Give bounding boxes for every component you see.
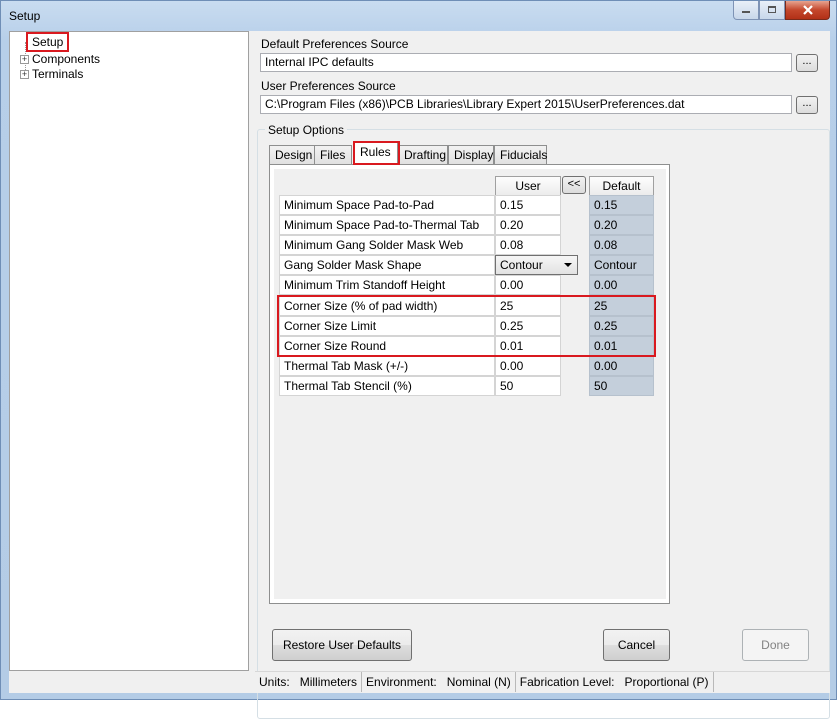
rule-user-input[interactable]: 0.15 [495, 195, 561, 215]
status-env-label: Environment: [366, 675, 437, 689]
rule-default-value: 0.15 [589, 195, 654, 215]
tab-design[interactable]: Design [269, 145, 315, 165]
rule-name: Corner Size Limit [279, 316, 495, 336]
expand-plus-icon[interactable]: + [20, 69, 29, 79]
minimize-icon [742, 11, 750, 13]
tree-item-components[interactable]: + Components [20, 51, 100, 67]
status-env-value: Nominal (N) [446, 675, 511, 689]
rule-name: Minimum Gang Solder Mask Web [279, 235, 495, 255]
tab-label: Fiducials [500, 148, 548, 162]
setup-tree[interactable]: Setup + Components + Terminals [9, 31, 249, 671]
tab-label: Drafting [404, 148, 447, 162]
default-prefs-label: Default Preferences Source [261, 37, 409, 51]
copy-defaults-button[interactable]: << [562, 176, 586, 194]
tree-item-terminals[interactable]: + Terminals [20, 66, 83, 82]
rule-user-input[interactable]: 25 [495, 296, 561, 316]
tab-label: Rules [360, 145, 391, 159]
rule-name: Gang Solder Mask Shape [279, 255, 495, 275]
rule-default-value: 0.20 [589, 215, 654, 235]
tree-item-setup[interactable]: Setup [26, 32, 70, 52]
rule-user-input[interactable]: 0.08 [495, 235, 561, 255]
rule-name: Thermal Tab Mask (+/-) [279, 356, 495, 376]
title-bar[interactable]: Setup [1, 1, 836, 31]
rule-user-input[interactable]: 0.00 [495, 356, 561, 376]
user-prefs-browse-button[interactable]: ... [796, 96, 818, 114]
rule-default-value: 0.00 [589, 275, 654, 295]
rule-name: Thermal Tab Stencil (%) [279, 376, 495, 396]
rule-name: Corner Size Round [279, 336, 495, 356]
tab-label: Design [275, 148, 313, 162]
rule-user-input[interactable]: 0.00 [495, 275, 561, 295]
rule-user-input[interactable]: 0.01 [495, 336, 561, 356]
user-column-header: User [495, 176, 561, 196]
status-units: Units: Millimeters [255, 672, 363, 692]
rule-default-value: 0.00 [589, 356, 654, 376]
setup-window: Setup Setup + Components + Terminals Def… [0, 0, 837, 719]
tab-rules[interactable]: Rules [354, 141, 398, 165]
rule-default-value: Contour [589, 255, 654, 275]
tab-label: Display [454, 148, 494, 162]
dropdown-value: Contour [500, 258, 543, 272]
status-units-label: Units: [259, 675, 290, 689]
default-prefs-browse-button[interactable]: ... [796, 54, 818, 72]
tab-files[interactable]: Files [314, 145, 352, 165]
default-column-header: Default [589, 176, 654, 196]
status-bar: Units: Millimeters Environment: Nominal … [255, 671, 830, 693]
setup-options-title: Setup Options [265, 123, 348, 137]
user-prefs-field[interactable]: C:\Program Files (x86)\PCB Libraries\Lib… [260, 95, 792, 114]
rule-default-value: 50 [589, 376, 654, 396]
tab-drafting[interactable]: Drafting [398, 145, 448, 165]
status-fab-value: Proportional (P) [624, 675, 709, 689]
rule-name: Minimum Trim Standoff Height [279, 275, 495, 295]
status-environment: Environment: Nominal (N) [362, 672, 516, 692]
close-icon [802, 5, 813, 15]
rule-default-value: 0.08 [589, 235, 654, 255]
minimize-button[interactable] [733, 1, 759, 20]
maximize-icon [768, 6, 776, 13]
mask-shape-dropdown[interactable]: Contour [495, 255, 578, 275]
default-prefs-field[interactable]: Internal IPC defaults [260, 53, 792, 72]
tree-item-label: Terminals [32, 67, 84, 81]
tree-item-label: Setup [26, 32, 70, 52]
rule-default-value: 25 [589, 296, 654, 316]
rule-user-input[interactable]: 0.20 [495, 215, 561, 235]
tab-fiducials[interactable]: Fiducials [494, 145, 547, 165]
status-units-value: Millimeters [299, 675, 358, 689]
rule-user-input[interactable]: 50 [495, 376, 561, 396]
tab-display[interactable]: Display [448, 145, 494, 165]
status-fab-label: Fabrication Level: [519, 675, 615, 689]
tree-item-label: Components [32, 52, 101, 66]
tab-label: Files [320, 148, 346, 162]
done-button[interactable]: Done [742, 629, 809, 661]
user-prefs-label: User Preferences Source [261, 79, 396, 93]
rule-default-value: 0.01 [589, 336, 654, 356]
maximize-button[interactable] [759, 1, 785, 20]
status-fabrication: Fabrication Level: Proportional (P) [516, 672, 714, 692]
window-title: Setup [9, 9, 41, 23]
rule-default-value: 0.25 [589, 316, 654, 336]
expand-plus-icon[interactable]: + [20, 54, 29, 64]
rule-name: Corner Size (% of pad width) [279, 296, 495, 316]
window-controls [733, 1, 830, 20]
rule-name: Minimum Space Pad-to-Pad [279, 195, 495, 215]
restore-user-defaults-button[interactable]: Restore User Defaults [272, 629, 412, 661]
close-button[interactable] [785, 1, 830, 20]
dialog-client: Setup + Components + Terminals Default P… [9, 31, 830, 719]
chevron-down-icon [564, 263, 572, 267]
cancel-button[interactable]: Cancel [603, 629, 670, 661]
rule-user-input[interactable]: 0.25 [495, 316, 561, 336]
rule-name: Minimum Space Pad-to-Thermal Tab [279, 215, 495, 235]
